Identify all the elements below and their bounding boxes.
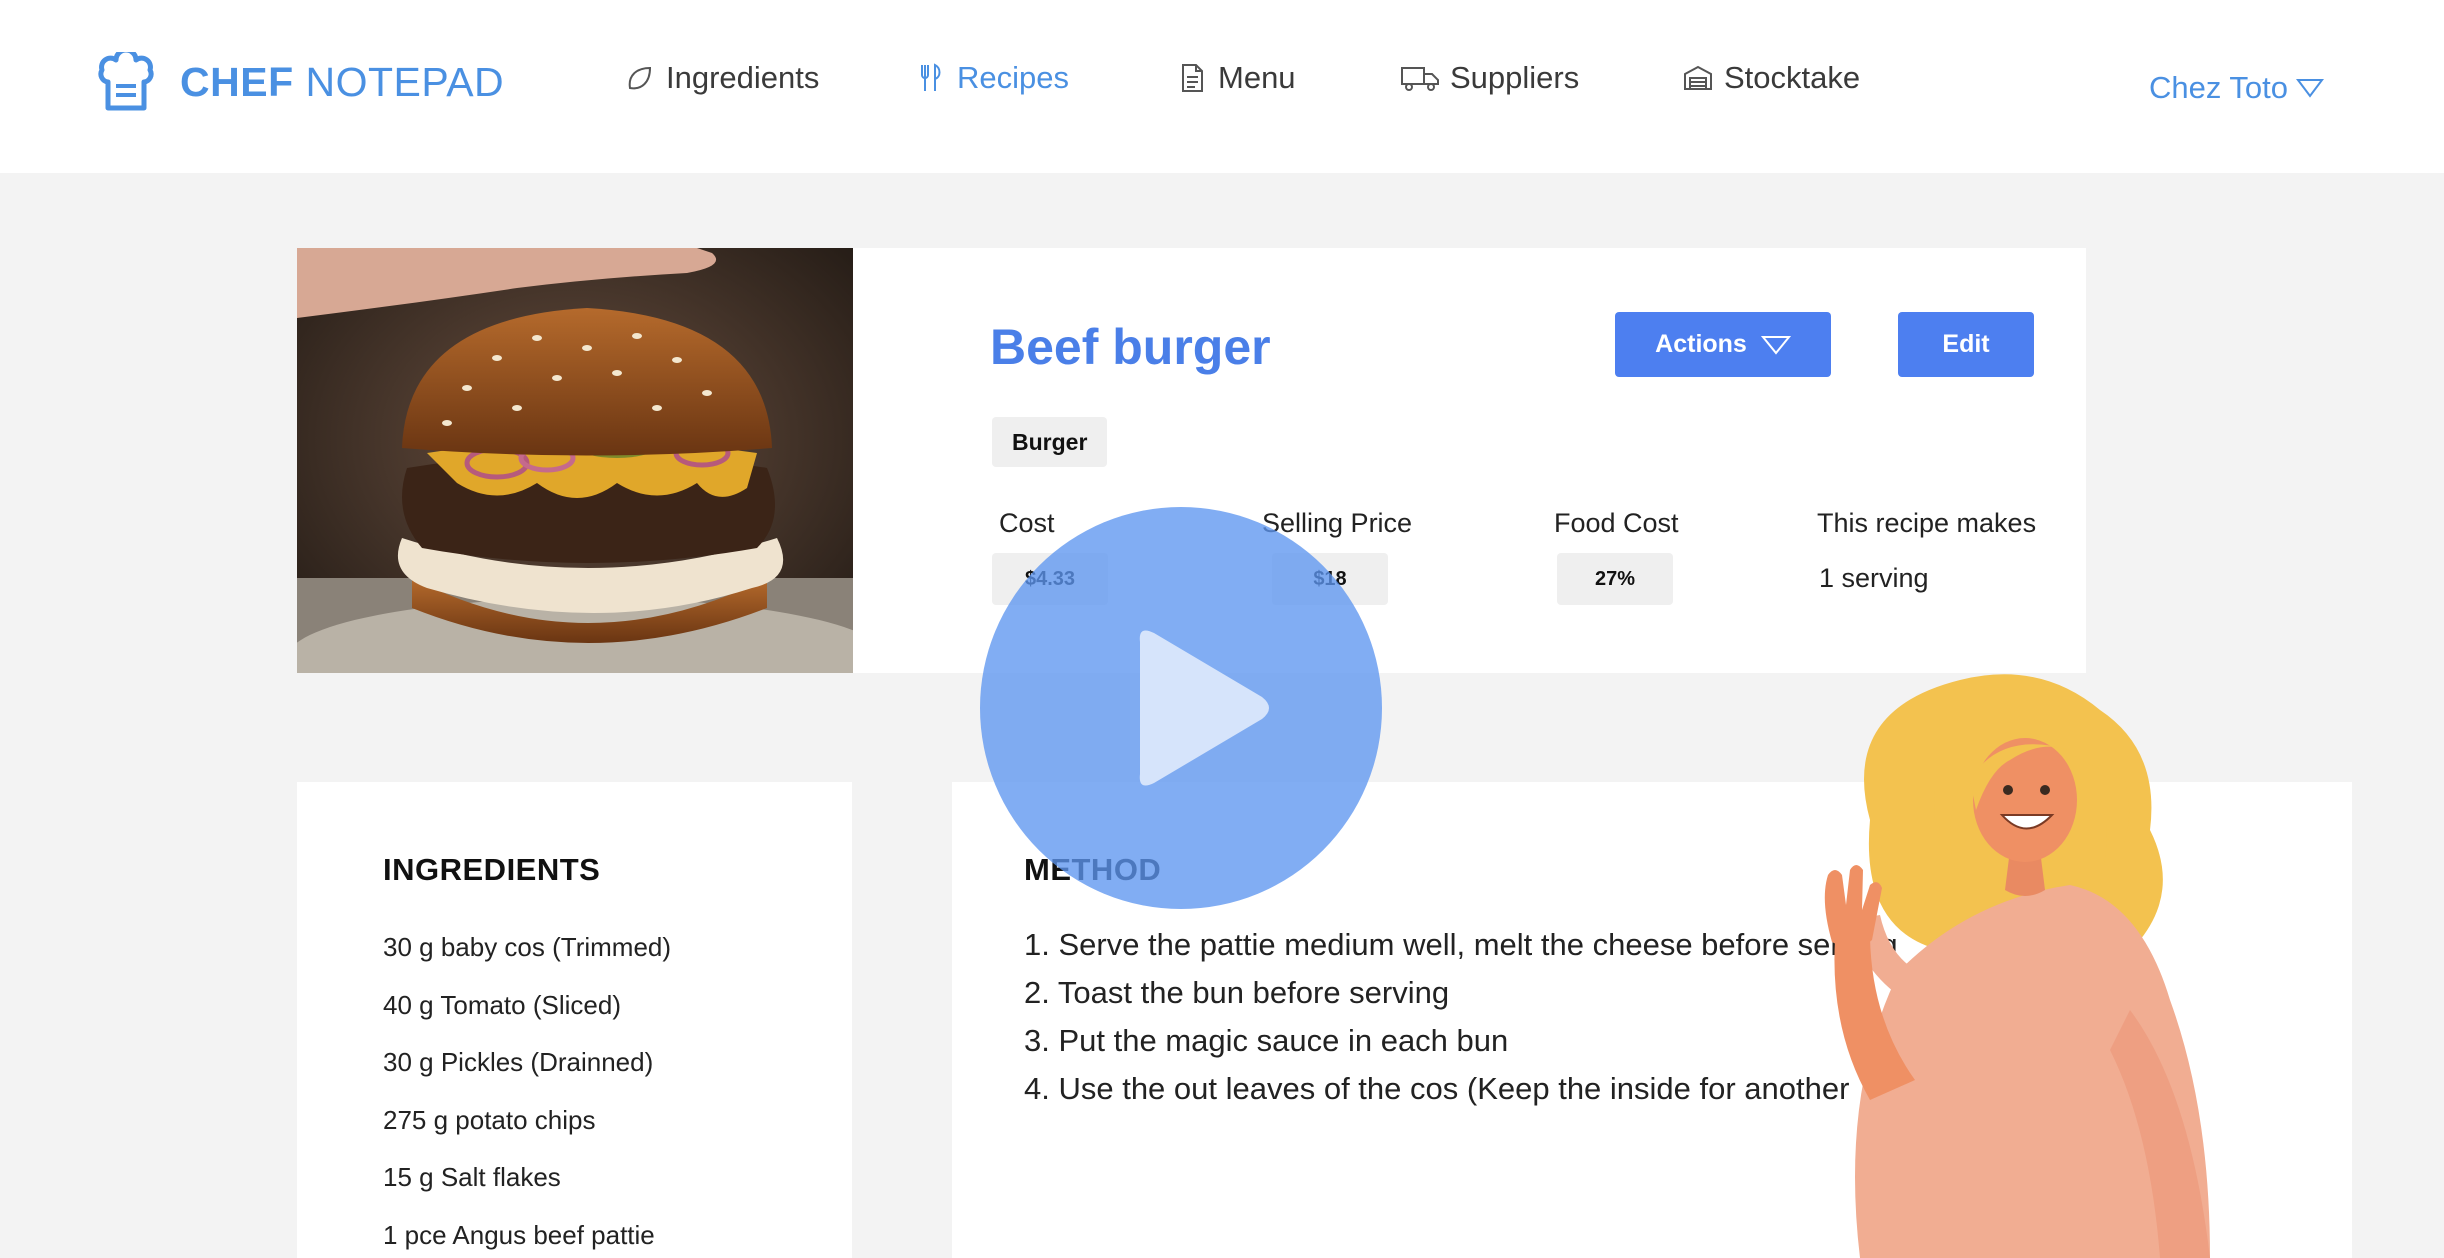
waving-woman-illustration bbox=[1824, 674, 2210, 1258]
recipe-title: Beef burger bbox=[990, 319, 1271, 375]
burger-photo-image bbox=[297, 248, 853, 673]
edit-button[interactable]: Edit bbox=[1898, 312, 2034, 377]
brand-name: CHEF NOTEPAD bbox=[180, 58, 505, 105]
ingredient-item: 275 g potato chips bbox=[383, 1104, 596, 1135]
nav-menu-label: Menu bbox=[1218, 60, 1296, 95]
video-play-button[interactable] bbox=[980, 507, 1382, 909]
nav-stocktake[interactable]: Stocktake bbox=[1682, 60, 1860, 96]
actions-button-label: Actions bbox=[1655, 330, 1747, 358]
nav-suppliers-label: Suppliers bbox=[1450, 60, 1580, 95]
ingredients-panel: INGREDIENTS 30 g baby cos (Trimmed) 40 g… bbox=[297, 782, 852, 1258]
food-cost-value: 27% bbox=[1557, 553, 1673, 605]
ingredient-item: 30 g baby cos (Trimmed) bbox=[383, 932, 672, 962]
truck-icon bbox=[1401, 67, 1439, 91]
actions-dropdown-button[interactable]: Actions bbox=[1615, 312, 1831, 377]
nav-ingredients[interactable]: Ingredients bbox=[624, 60, 819, 96]
ingredient-item: 30 g Pickles (Drainned) bbox=[383, 1047, 654, 1077]
chevron-down-icon bbox=[1760, 335, 1791, 355]
ingredient-item: 15 g Salt flakes bbox=[383, 1162, 561, 1192]
ingredient-item: 1 pce Angus beef pattie bbox=[383, 1219, 655, 1250]
ingredient-item: 40 g Tomato (Sliced) bbox=[383, 989, 621, 1020]
nav-recipes[interactable]: Recipes bbox=[915, 60, 1069, 96]
recipe-yield-label: This recipe makes bbox=[1817, 508, 2037, 538]
chevron-down-icon bbox=[2296, 79, 2324, 98]
presenter-illustration bbox=[1740, 670, 2300, 1258]
recipe-yield-value: 1 serving bbox=[1819, 563, 1929, 593]
organization-name: Chez Toto bbox=[2148, 70, 2288, 105]
nav-stocktake-label: Stocktake bbox=[1724, 60, 1861, 95]
nav-ingredients-label: Ingredients bbox=[666, 60, 820, 95]
top-navigation-bar: CHEF NOTEPAD Ingredients Recipes Menu Su… bbox=[0, 0, 2444, 173]
warehouse-icon bbox=[1684, 65, 1712, 90]
food-cost-label: Food Cost bbox=[1554, 508, 1679, 538]
chef-hat-logo-icon bbox=[98, 52, 154, 111]
ingredients-title: INGREDIENTS bbox=[383, 852, 601, 887]
nav-recipes-label: Recipes bbox=[957, 60, 1069, 95]
leaf-icon bbox=[628, 66, 652, 90]
nav-menu[interactable]: Menu bbox=[1176, 60, 1296, 96]
play-icon bbox=[1139, 630, 1269, 786]
recipe-photo bbox=[297, 248, 853, 673]
organization-switcher[interactable]: Chez Toto bbox=[2149, 70, 2324, 106]
ingredients-list: 30 g baby cos (Trimmed) 40 g Tomato (Sli… bbox=[383, 932, 671, 1258]
nav-suppliers[interactable]: Suppliers bbox=[1400, 60, 1579, 96]
category-tag[interactable]: Burger bbox=[992, 417, 1108, 467]
brand-logo[interactable]: CHEF NOTEPAD bbox=[92, 52, 504, 112]
document-icon bbox=[1182, 64, 1203, 92]
fork-knife-icon bbox=[921, 63, 941, 91]
